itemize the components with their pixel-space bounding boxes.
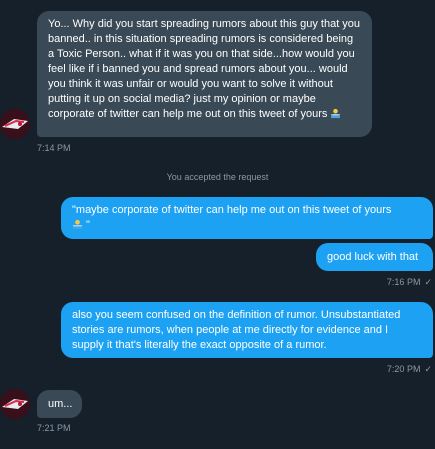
check-icon: ✓: [424, 364, 432, 374]
person-emoji-icon: [72, 219, 83, 230]
message-text: also you seem confused on the definition…: [72, 309, 401, 351]
message-text: um...: [48, 398, 73, 410]
incoming-message[interactable]: Yo... Why did you start spreading rumors…: [37, 11, 372, 137]
message-timestamp: 7:21 PM: [37, 423, 71, 433]
outgoing-message[interactable]: also you seem confused on the definition…: [61, 302, 433, 358]
message-text: "maybe corporate of twitter can help me …: [72, 204, 392, 216]
message-text: good luck with that: [327, 251, 419, 263]
person-emoji-icon: [331, 108, 341, 119]
avatar[interactable]: [0, 109, 30, 139]
incoming-message[interactable]: um...: [37, 390, 82, 418]
message-timestamp: 7:14 PM: [37, 143, 71, 153]
avatar[interactable]: [0, 389, 30, 419]
message-status: 7:16 PM ✓: [332, 277, 432, 288]
system-message: You accepted the request: [166, 172, 269, 182]
message-text-end: ": [83, 219, 90, 231]
outgoing-message[interactable]: "maybe corporate of twitter can help me …: [61, 197, 433, 239]
message-timestamp: 7:16 PM: [386, 277, 421, 287]
outgoing-message[interactable]: good luck with that: [316, 243, 433, 271]
message-text: Yo... Why did you start spreading rumors…: [48, 18, 361, 120]
avatar-image-icon: [0, 109, 30, 139]
check-icon: ✓: [424, 277, 432, 287]
message-timestamp: 7:20 PM: [386, 364, 421, 374]
avatar-image-icon: [0, 389, 30, 419]
message-status: 7:20 PM ✓: [332, 364, 432, 375]
